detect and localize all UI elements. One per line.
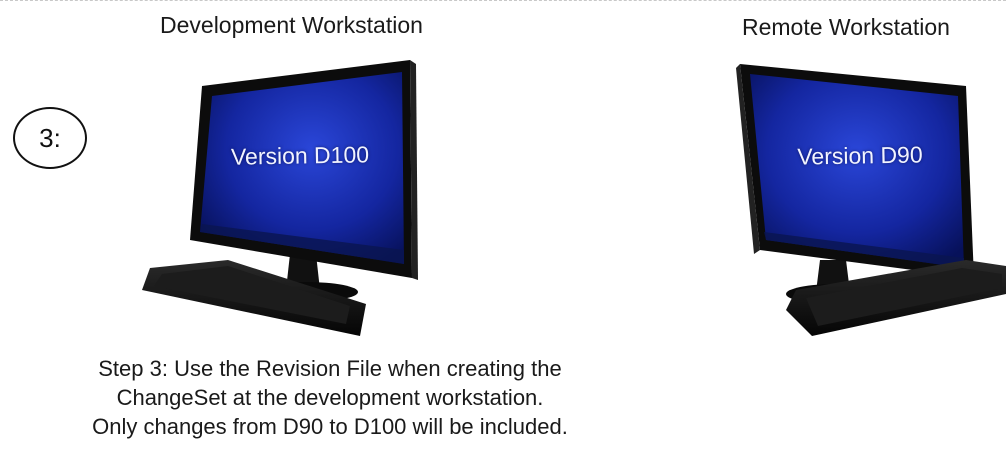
caption-line-2: ChangeSet at the development workstation… bbox=[116, 385, 544, 410]
development-version-label: Version D100 bbox=[230, 141, 370, 170]
caption-line-1: Step 3: Use the Revision File when creat… bbox=[98, 356, 562, 381]
development-monitor-icon bbox=[142, 60, 418, 336]
remote-version-label: Version D90 bbox=[797, 141, 923, 170]
top-dashed-divider bbox=[0, 0, 1006, 1]
step-number-label: 3: bbox=[39, 122, 61, 153]
step-number-circle: 3: bbox=[13, 107, 87, 169]
remote-monitor-icon bbox=[736, 64, 1006, 336]
remote-workstation-heading: Remote Workstation bbox=[742, 14, 950, 40]
caption-line-3: Only changes from D90 to D100 will be in… bbox=[92, 414, 568, 439]
development-workstation-heading: Development Workstation bbox=[160, 12, 423, 38]
step-caption: Step 3: Use the Revision File when creat… bbox=[20, 354, 640, 441]
